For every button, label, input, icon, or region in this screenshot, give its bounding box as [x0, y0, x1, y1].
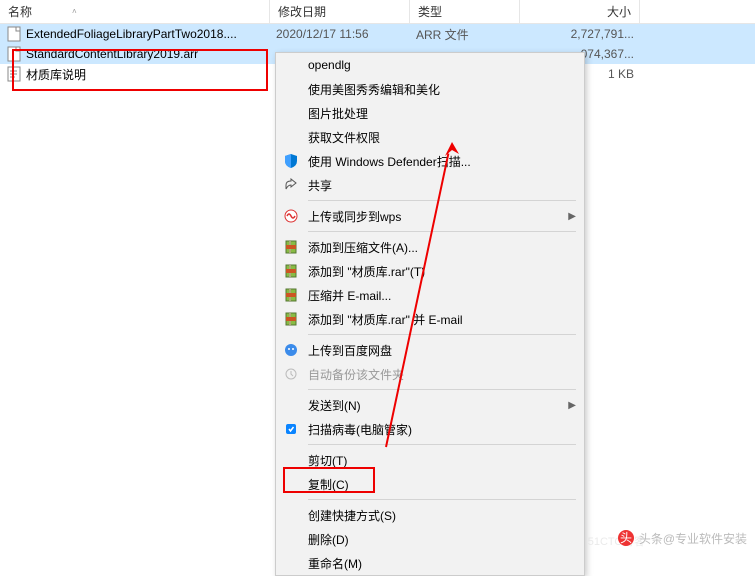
defender-icon	[280, 151, 302, 171]
menu-separator	[308, 200, 576, 201]
svg-text:头: 头	[620, 531, 632, 545]
watermark: 头头条@专业软件安装	[617, 529, 747, 547]
file-name: 材质库说明	[26, 66, 86, 83]
column-size[interactable]: 大小	[520, 0, 640, 23]
menu-separator	[308, 231, 576, 232]
menu-rar-add[interactable]: 添加到压缩文件(A)...	[276, 235, 584, 259]
submenu-arrow-icon: ▶	[568, 211, 576, 222]
menu-scan[interactable]: 扫描病毒(电脑管家)	[276, 417, 584, 441]
rar-icon	[280, 237, 302, 257]
column-header: 名称˄ 修改日期 类型 大小	[0, 0, 755, 24]
file-icon	[6, 26, 22, 42]
menu-wps[interactable]: 上传或同步到wps▶	[276, 204, 584, 228]
menu-batch[interactable]: 图片批处理	[276, 101, 584, 125]
file-icon	[6, 46, 22, 62]
menu-rar-addto[interactable]: 添加到 "材质库.rar"(T)	[276, 259, 584, 283]
rar-icon	[280, 285, 302, 305]
menu-shortcut[interactable]: 创建快捷方式(S)	[276, 503, 584, 527]
file-row[interactable]: ExtendedFoliageLibraryPartTwo2018.... 20…	[0, 24, 755, 44]
file-type: ARR 文件	[410, 24, 520, 45]
menu-sendto[interactable]: 发送到(N)▶	[276, 393, 584, 417]
menu-defender[interactable]: 使用 Windows Defender扫描...	[276, 149, 584, 173]
submenu-arrow-icon: ▶	[568, 400, 576, 411]
menu-baidu[interactable]: 上传到百度网盘	[276, 338, 584, 362]
file-date: 2020/12/17 11:56	[270, 25, 410, 43]
sort-indicator-icon: ˄	[72, 7, 77, 16]
column-name[interactable]: 名称˄	[0, 0, 270, 23]
menu-cut[interactable]: 剪切(T)	[276, 448, 584, 472]
menu-opendlg[interactable]: opendlg	[276, 53, 584, 77]
file-name: StandardContentLibrary2019.arr	[26, 47, 198, 61]
menu-meitu[interactable]: 使用美图秀秀编辑和美化	[276, 77, 584, 101]
menu-delete[interactable]: 删除(D)	[276, 527, 584, 551]
menu-copy[interactable]: 复制(C)	[276, 472, 584, 496]
rar-icon	[280, 261, 302, 281]
context-menu: opendlg 使用美图秀秀编辑和美化 图片批处理 获取文件权限 使用 Wind…	[275, 52, 585, 576]
scan-icon	[280, 419, 302, 439]
file-name: ExtendedFoliageLibraryPartTwo2018....	[26, 27, 237, 41]
menu-rar-addto-email[interactable]: 添加到 "材质库.rar" 并 E-mail	[276, 307, 584, 331]
share-icon	[280, 175, 302, 195]
menu-rar-email[interactable]: 压缩并 E-mail...	[276, 283, 584, 307]
column-date[interactable]: 修改日期	[270, 0, 410, 23]
column-type[interactable]: 类型	[410, 0, 520, 23]
wps-icon	[280, 206, 302, 226]
menu-separator	[308, 389, 576, 390]
menu-separator	[308, 444, 576, 445]
backup-icon	[280, 364, 302, 384]
file-size: 2,727,791...	[520, 25, 640, 43]
menu-rename[interactable]: 重命名(M)	[276, 551, 584, 575]
menu-perm[interactable]: 获取文件权限	[276, 125, 584, 149]
menu-share[interactable]: 共享	[276, 173, 584, 197]
rar-icon	[280, 309, 302, 329]
menu-separator	[308, 499, 576, 500]
menu-separator	[308, 334, 576, 335]
baidu-icon	[280, 340, 302, 360]
menu-backup: 自动备份该文件夹	[276, 362, 584, 386]
text-file-icon	[6, 66, 22, 82]
